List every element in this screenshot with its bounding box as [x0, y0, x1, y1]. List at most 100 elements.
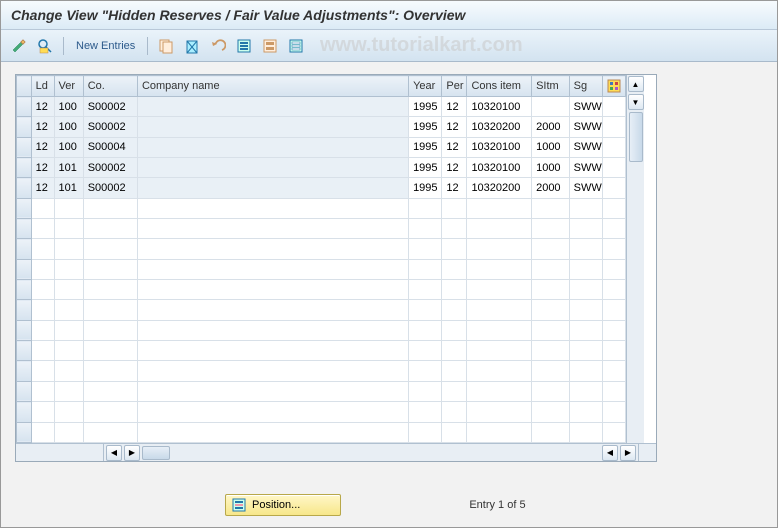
cell-empty[interactable] — [409, 280, 442, 300]
cell-empty[interactable] — [569, 259, 602, 279]
cell-empty[interactable] — [137, 422, 408, 443]
cell-empty[interactable] — [409, 219, 442, 239]
cell-empty[interactable] — [409, 381, 442, 401]
row-selector[interactable] — [17, 137, 32, 157]
cell-empty[interactable] — [442, 239, 467, 259]
cell-empty[interactable] — [442, 198, 467, 218]
cell-empty[interactable] — [54, 422, 83, 443]
cell-empty[interactable] — [442, 320, 467, 340]
cell-empty[interactable] — [569, 280, 602, 300]
cell-sg[interactable]: SWW — [569, 117, 602, 137]
scroll-thumb-vertical[interactable] — [629, 112, 643, 162]
cell-empty[interactable] — [442, 381, 467, 401]
vertical-scrollbar[interactable]: ▲ ▼ — [626, 75, 644, 443]
row-selector[interactable] — [17, 381, 32, 401]
cell-empty[interactable] — [467, 219, 532, 239]
cell-empty[interactable] — [54, 381, 83, 401]
row-selector[interactable] — [17, 259, 32, 279]
cell-empty[interactable] — [442, 300, 467, 320]
cell-empty[interactable] — [532, 300, 570, 320]
cell-empty[interactable] — [569, 198, 602, 218]
cell-empty[interactable] — [442, 422, 467, 443]
cell-sitm[interactable]: 1000 — [532, 137, 570, 157]
cell-empty[interactable] — [137, 402, 408, 422]
cell-empty[interactable] — [442, 219, 467, 239]
cell-empty[interactable] — [409, 198, 442, 218]
cell-sitm[interactable]: 2000 — [532, 117, 570, 137]
cell-empty[interactable] — [54, 341, 83, 361]
cell-empty[interactable] — [532, 341, 570, 361]
cell-per[interactable]: 12 — [442, 137, 467, 157]
cell-empty[interactable] — [569, 402, 602, 422]
cell-empty[interactable] — [532, 381, 570, 401]
cell-company_name[interactable] — [137, 137, 408, 157]
cell-empty[interactable] — [442, 341, 467, 361]
cell-cons_item[interactable]: 10320200 — [467, 117, 532, 137]
row-selector[interactable] — [17, 219, 32, 239]
cell-empty[interactable] — [409, 300, 442, 320]
position-button[interactable]: Position... — [225, 494, 341, 516]
col-header-sg[interactable]: Sg — [569, 76, 602, 97]
cell-empty[interactable] — [569, 239, 602, 259]
cell-empty[interactable] — [31, 280, 54, 300]
col-header-ver[interactable]: Ver — [54, 76, 83, 97]
col-header-company-name[interactable]: Company name — [137, 76, 408, 97]
cell-empty[interactable] — [467, 259, 532, 279]
cell-empty[interactable] — [409, 320, 442, 340]
col-header-cons-item[interactable]: Cons item — [467, 76, 532, 97]
col-header-sitm[interactable]: SItm — [532, 76, 570, 97]
scroll-right-end-button[interactable]: ▶ — [620, 445, 636, 461]
cell-empty[interactable] — [442, 280, 467, 300]
cell-company_name[interactable] — [137, 117, 408, 137]
copy-as-icon[interactable] — [156, 36, 176, 56]
cell-empty[interactable] — [137, 361, 408, 381]
cell-empty[interactable] — [83, 300, 137, 320]
cell-empty[interactable] — [467, 422, 532, 443]
cell-ld[interactable]: 12 — [31, 158, 54, 178]
cell-co[interactable]: S00002 — [83, 97, 137, 117]
row-selector[interactable] — [17, 320, 32, 340]
cell-empty[interactable] — [467, 300, 532, 320]
cell-empty[interactable] — [137, 280, 408, 300]
cell-empty[interactable] — [83, 239, 137, 259]
cell-empty[interactable] — [467, 320, 532, 340]
cell-empty[interactable] — [467, 402, 532, 422]
cell-empty[interactable] — [31, 422, 54, 443]
cell-ver[interactable]: 100 — [54, 117, 83, 137]
row-selector[interactable] — [17, 239, 32, 259]
row-selector[interactable] — [17, 361, 32, 381]
cell-empty[interactable] — [569, 320, 602, 340]
row-selector[interactable] — [17, 341, 32, 361]
delete-icon[interactable] — [182, 36, 202, 56]
cell-empty[interactable] — [31, 361, 54, 381]
col-header-ld[interactable]: Ld — [31, 76, 54, 97]
cell-ld[interactable]: 12 — [31, 97, 54, 117]
cell-empty[interactable] — [409, 402, 442, 422]
cell-empty[interactable] — [83, 341, 137, 361]
cell-empty[interactable] — [83, 259, 137, 279]
cell-empty[interactable] — [137, 300, 408, 320]
cell-empty[interactable] — [83, 381, 137, 401]
row-selector[interactable] — [17, 422, 32, 443]
cell-empty[interactable] — [54, 239, 83, 259]
cell-empty[interactable] — [137, 259, 408, 279]
row-selector[interactable] — [17, 198, 32, 218]
cell-empty[interactable] — [31, 320, 54, 340]
undo-icon[interactable] — [208, 36, 228, 56]
select-block-icon[interactable] — [260, 36, 280, 56]
cell-empty[interactable] — [569, 361, 602, 381]
row-selector[interactable] — [17, 178, 32, 198]
cell-empty[interactable] — [137, 198, 408, 218]
cell-empty[interactable] — [31, 381, 54, 401]
cell-sitm[interactable] — [532, 97, 570, 117]
cell-empty[interactable] — [532, 320, 570, 340]
row-selector[interactable] — [17, 158, 32, 178]
cell-per[interactable]: 12 — [442, 178, 467, 198]
details-icon[interactable] — [35, 36, 55, 56]
scroll-left-button[interactable]: ◀ — [106, 445, 122, 461]
cell-cons_item[interactable]: 10320100 — [467, 137, 532, 157]
cell-empty[interactable] — [409, 361, 442, 381]
cell-empty[interactable] — [137, 320, 408, 340]
cell-empty[interactable] — [54, 259, 83, 279]
cell-empty[interactable] — [83, 402, 137, 422]
